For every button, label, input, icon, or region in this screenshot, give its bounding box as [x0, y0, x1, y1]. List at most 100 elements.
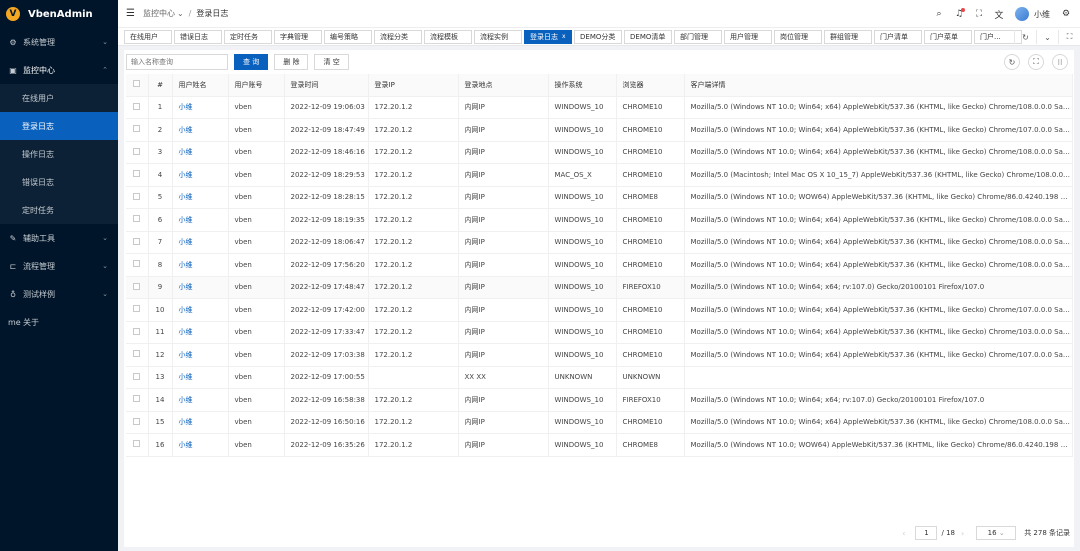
menu-toggle-icon[interactable]: ☰ — [126, 8, 135, 19]
user-name-link[interactable]: 小维 — [172, 186, 229, 209]
row-checkbox[interactable] — [126, 96, 149, 119]
user-name-link[interactable]: 小维 — [172, 321, 229, 344]
sidebar-item[interactable]: ✎ 辅助工具 ⌄ — [0, 224, 118, 252]
sidebar-subitem[interactable]: 定时任务 — [0, 196, 118, 224]
table-row[interactable]: 1 小维 vben 2022-12-09 19:06:03 172.20.1.2 内网IP… — [126, 96, 1073, 119]
row-checkbox[interactable] — [126, 298, 149, 322]
tab-item[interactable]: 群组管理 — [824, 29, 872, 44]
table-row[interactable]: 15 小维 vben 2022-12-09 16:50:16 172.20.1.2 内网I… — [126, 411, 1073, 434]
row-checkbox[interactable] — [126, 231, 149, 254]
user-name-link[interactable]: 小维 — [172, 231, 229, 254]
row-checkbox[interactable] — [126, 321, 149, 344]
user-name-link[interactable]: 小维 — [172, 343, 229, 367]
user-name-link[interactable]: 小维 — [172, 388, 229, 412]
tab-item[interactable]: 字典管理 — [274, 29, 322, 44]
sidebar-item[interactable]: ▣ 监控中心 ⌃ — [0, 56, 118, 84]
row-checkbox[interactable] — [126, 208, 149, 232]
user-name-link[interactable]: 小维 — [172, 208, 229, 232]
sidebar-subitem[interactable]: 登录日志 — [0, 112, 118, 140]
tab-item[interactable]: 用户管理 — [724, 29, 772, 44]
table-row[interactable]: 16 小维 vben 2022-12-09 16:35:26 172.20.1.2 内网I… — [126, 433, 1073, 457]
table-row[interactable]: 10 小维 vben 2022-12-09 17:42:00 172.20.1.2 内网I… — [126, 298, 1073, 322]
row-checkbox[interactable] — [126, 388, 149, 412]
app-logo[interactable]: V VbenAdmin — [0, 0, 118, 28]
tab-item[interactable]: 流程分类 — [374, 29, 422, 44]
tab-item[interactable]: 定时任务 — [224, 29, 272, 44]
fullscreen-table-icon[interactable]: ⛶ — [1028, 54, 1044, 70]
avatar[interactable] — [1015, 7, 1029, 21]
translate-icon[interactable]: 文 — [991, 8, 1007, 21]
sidebar-item[interactable]: ⚙ 系统管理 ⌄ — [0, 28, 118, 56]
user-name-link[interactable]: 小维 — [172, 276, 229, 299]
table-row[interactable]: 7 小维 vben 2022-12-09 18:06:47 172.20.1.2 内网IP… — [126, 231, 1073, 254]
reload-icon[interactable]: ↻ — [1004, 54, 1020, 70]
sidebar-subitem[interactable]: 错误日志 — [0, 168, 118, 196]
row-checkbox[interactable] — [126, 253, 149, 277]
tab-item[interactable]: 编号策略 — [324, 29, 372, 44]
table-row[interactable]: 3 小维 vben 2022-12-09 18:46:16 172.20.1.2 内网IP… — [126, 141, 1073, 164]
search-input[interactable] — [126, 54, 228, 70]
table-row[interactable]: 13 小维 vben 2022-12-09 17:00:55 XX XX UNKNOWN U… — [126, 366, 1073, 389]
user-name-link[interactable]: 小维 — [172, 433, 229, 457]
refresh-tab-icon[interactable]: ↻ — [1014, 30, 1036, 44]
table-row[interactable]: 12 小维 vben 2022-12-09 17:03:38 172.20.1.2 内网I… — [126, 343, 1073, 367]
tab-item[interactable]: 部门管理 — [674, 29, 722, 44]
prev-page-icon[interactable]: ‹ — [902, 529, 905, 538]
sidebar-item[interactable]: ♁ 测试样例 ⌄ — [0, 280, 118, 308]
tab-item[interactable]: 流程模板 — [424, 29, 472, 44]
tab-item[interactable]: 登录日志 x — [524, 29, 572, 44]
sidebar-subitem[interactable]: 在线用户 — [0, 84, 118, 112]
close-icon[interactable]: x — [562, 33, 566, 40]
table-row[interactable]: 14 小维 vben 2022-12-09 16:58:38 172.20.1.2 内网I… — [126, 388, 1073, 412]
column-settings-icon[interactable]: ⁝⁝ — [1052, 54, 1068, 70]
row-checkbox[interactable] — [126, 366, 149, 389]
sidebar-item[interactable]: me 关于 — [0, 308, 118, 336]
fold-icon[interactable]: ⛶ — [1058, 30, 1080, 44]
user-name-link[interactable]: 小维 — [172, 163, 229, 187]
delete-button[interactable]: 删 除 — [274, 54, 309, 70]
user-name-link[interactable]: 小维 — [172, 411, 229, 434]
search-icon[interactable]: ⌕ — [931, 9, 947, 19]
row-checkbox[interactable] — [126, 343, 149, 367]
tab-item[interactable]: DEMO分类 — [574, 29, 622, 44]
user-name-link[interactable]: 小维 — [172, 118, 229, 142]
table-row[interactable]: 4 小维 vben 2022-12-09 18:29:53 172.20.1.2 内网IP… — [126, 163, 1073, 187]
tab-menu-icon[interactable]: ⌄ — [1036, 30, 1058, 44]
user-name-link[interactable]: 小维 — [172, 96, 229, 119]
row-checkbox[interactable] — [126, 118, 149, 142]
row-checkbox[interactable] — [126, 163, 149, 187]
tab-item[interactable]: 在线用户 — [124, 29, 172, 44]
row-checkbox[interactable] — [126, 186, 149, 209]
user-name-link[interactable]: 小维 — [172, 298, 229, 322]
row-checkbox[interactable] — [126, 276, 149, 299]
tab-item[interactable]: 错误日志 — [174, 29, 222, 44]
tab-item[interactable]: 流程实例 — [474, 29, 522, 44]
tab-item[interactable]: 门户菜单 — [924, 29, 972, 44]
table-row[interactable]: 11 小维 vben 2022-12-09 17:33:47 172.20.1.2 内网I… — [126, 321, 1073, 344]
table-row[interactable]: 5 小维 vben 2022-12-09 18:28:15 172.20.1.2 内网IP… — [126, 186, 1073, 209]
next-page-icon[interactable]: › — [961, 529, 964, 538]
bell-icon[interactable]: ♫ — [951, 8, 967, 19]
row-checkbox[interactable] — [126, 433, 149, 457]
page-number-input[interactable]: 1 — [915, 526, 938, 540]
fullscreen-icon[interactable]: ⛶ — [971, 9, 987, 19]
sidebar-subitem[interactable]: 操作日志 — [0, 140, 118, 168]
user-name-link[interactable]: 小维 — [172, 366, 229, 389]
username[interactable]: 小维 — [1034, 9, 1050, 20]
select-all-checkbox[interactable] — [126, 74, 149, 97]
user-name-link[interactable]: 小维 — [172, 253, 229, 277]
table-row[interactable]: 2 小维 vben 2022-12-09 18:47:49 172.20.1.2 内网IP… — [126, 118, 1073, 142]
table-row[interactable]: 6 小维 vben 2022-12-09 18:19:35 172.20.1.2 内网IP… — [126, 208, 1073, 232]
tab-item[interactable]: 门户清单 — [874, 29, 922, 44]
tab-item[interactable]: DEMO清单 — [624, 29, 672, 44]
query-button[interactable]: 查 询 — [234, 54, 269, 70]
table-row[interactable]: 8 小维 vben 2022-12-09 17:56:20 172.20.1.2 内网IP… — [126, 253, 1073, 277]
breadcrumb-item[interactable]: 监控中心 — [143, 8, 175, 19]
row-checkbox[interactable] — [126, 411, 149, 434]
row-checkbox[interactable] — [126, 141, 149, 164]
chevron-down-icon[interactable]: ⌄ — [177, 9, 184, 18]
clear-button[interactable]: 清 空 — [314, 54, 349, 70]
tab-item[interactable]: 岗位管理 — [774, 29, 822, 44]
page-size-select[interactable]: 16 ⌄ — [976, 526, 1017, 540]
sidebar-item[interactable]: ⊏ 流程管理 ⌄ — [0, 252, 118, 280]
